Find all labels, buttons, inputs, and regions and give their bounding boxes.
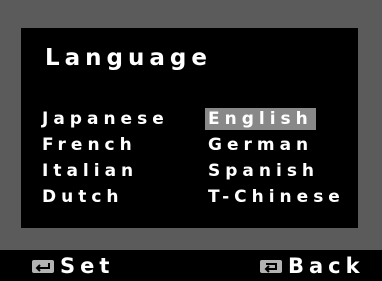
camera-bezel: Language Japanese English French German … xyxy=(0,0,382,250)
back-label: Back xyxy=(288,254,365,278)
back-button[interactable]: Back xyxy=(260,252,365,280)
language-option-t-chinese[interactable]: T-Chinese xyxy=(205,186,348,208)
language-option-italian[interactable]: Italian xyxy=(39,160,141,182)
language-menu-screen: Language Japanese English French German … xyxy=(21,28,358,228)
set-label: Set xyxy=(60,254,115,278)
language-option-spanish[interactable]: Spanish xyxy=(205,160,322,182)
menu-title: Language xyxy=(45,45,212,71)
language-option-english[interactable]: English xyxy=(205,108,316,130)
set-button[interactable]: Set xyxy=(32,252,114,280)
enter-key-icon xyxy=(32,259,54,273)
language-option-french[interactable]: French xyxy=(39,134,140,156)
language-option-german[interactable]: German xyxy=(205,134,316,156)
return-key-icon xyxy=(260,259,282,273)
language-option-dutch[interactable]: Dutch xyxy=(39,186,127,208)
footer-bar: Set Back xyxy=(0,250,382,281)
language-option-japanese[interactable]: Japanese xyxy=(39,108,172,130)
